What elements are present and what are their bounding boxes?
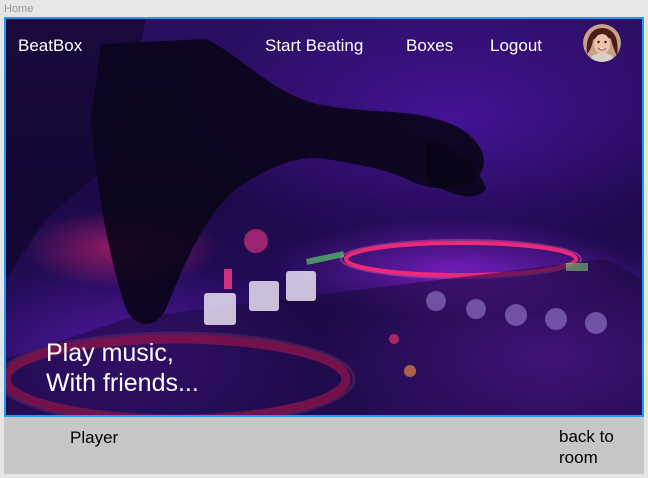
brand-logo-text[interactable]: BeatBox [18,36,82,56]
player-label: Player [70,428,119,447]
home-frame: BeatBox Start Beating Boxes Logout Play … [4,17,644,474]
user-avatar[interactable] [583,24,621,62]
top-navbar: BeatBox Start Beating Boxes Logout [6,19,642,75]
player-footer: Player back to room [4,417,644,474]
nav-logout-link[interactable]: Logout [490,36,542,56]
hero-headline: Play music, With friends... [46,338,199,398]
hero-banner: BeatBox Start Beating Boxes Logout Play … [4,17,644,417]
nav-start-beating-link[interactable]: Start Beating [265,36,363,56]
hero-headline-line-1: Play music, [46,339,174,367]
avatar-photo-icon [583,24,621,62]
back-to-room-button[interactable]: back to room [559,426,639,468]
frame-label: Home [4,3,34,15]
hero-headline-line-2: With friends... [46,369,199,397]
nav-boxes-link[interactable]: Boxes [406,36,453,56]
